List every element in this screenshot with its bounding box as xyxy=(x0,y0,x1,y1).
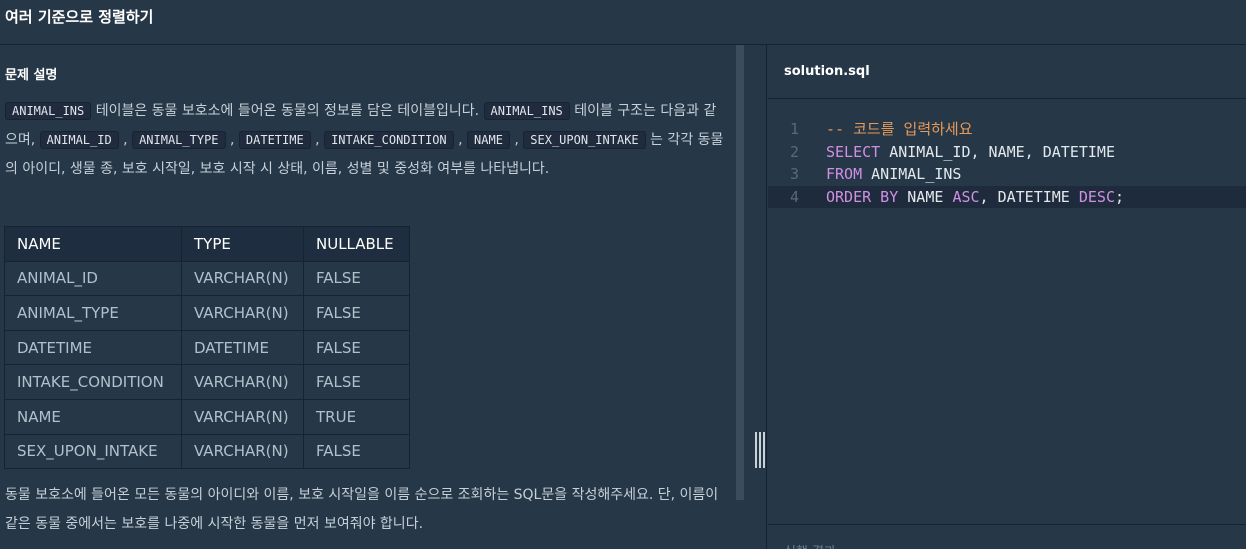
code-animal-type: ANIMAL_TYPE xyxy=(132,131,226,149)
table-cell: FALSE xyxy=(303,433,410,470)
table-cell: DATETIME xyxy=(4,329,182,366)
table-cell: DATETIME xyxy=(181,329,304,366)
code-line[interactable]: 3 FROM ANIMAL_INS xyxy=(768,163,1246,185)
sql-keyword: ASC xyxy=(952,187,980,206)
separator: , xyxy=(225,132,239,148)
code-editor[interactable]: 1 -- 코드를 입력하세요 2 SELECT ANIMAL_ID, NAME, DA… xyxy=(768,100,1246,524)
separator: , xyxy=(453,132,468,148)
sql-keyword: DESC xyxy=(1078,187,1115,206)
table-cell: ANIMAL_TYPE xyxy=(4,295,182,331)
sql-keyword: SELECT xyxy=(826,142,881,161)
code-text[interactable]: -- 코드를 입력하세요 xyxy=(826,118,973,140)
code-datetime: DATETIME xyxy=(238,131,311,149)
sql-comment: -- 코드를 입력하세요 xyxy=(826,120,973,138)
code-text[interactable]: ORDER BY NAME ASC, DATETIME DESC; xyxy=(826,186,1124,208)
description-scrollbar[interactable] xyxy=(736,45,744,500)
table-row: ANIMAL_TYPE VARCHAR(N) FALSE xyxy=(4,295,410,331)
result-panel-header: 실행 결과 xyxy=(768,524,1246,549)
sql-token: ; xyxy=(1115,187,1125,206)
table-cell: FALSE xyxy=(303,329,410,366)
table-cell: TRUE xyxy=(303,398,410,435)
column-header-nullable: NULLABLE xyxy=(303,226,410,262)
editor-tab-bar: solution.sql xyxy=(768,45,1246,99)
table-cell: SEX_UPON_INTAKE xyxy=(4,433,182,470)
table-cell: VARCHAR(N) xyxy=(181,433,304,470)
line-number: 2 xyxy=(790,142,800,161)
table-row: NAME VARCHAR(N) TRUE xyxy=(4,398,410,435)
code-name: NAME xyxy=(467,131,510,149)
code-line[interactable]: 1 -- 코드를 입력하세요 xyxy=(768,118,1246,140)
separator: , xyxy=(509,132,524,148)
result-label: 실행 결과 xyxy=(784,541,836,549)
table-cell: VARCHAR(N) xyxy=(181,260,304,297)
table-cell: FALSE xyxy=(303,260,410,297)
table-cell: VARCHAR(N) xyxy=(181,398,304,435)
code-sex-upon-intake: SEX_UPON_INTAKE xyxy=(523,131,646,149)
sql-keyword: ORDER BY xyxy=(826,187,899,206)
table-cell: FALSE xyxy=(303,364,410,400)
table-cell: INTAKE_CONDITION xyxy=(4,364,182,400)
table-cell: VARCHAR(N) xyxy=(181,295,304,331)
problem-title: 여러 기준으로 정렬하기 xyxy=(5,8,154,26)
line-number: 1 xyxy=(790,120,800,138)
resize-handle[interactable] xyxy=(755,432,765,468)
code-line[interactable]: 4 ORDER BY NAME ASC, DATETIME DESC; xyxy=(768,185,1246,208)
separator: , xyxy=(310,132,325,148)
table-cell: NAME xyxy=(4,398,182,435)
panel-divider xyxy=(745,45,767,549)
line-number: 4 xyxy=(790,187,800,206)
section-title: 문제 설명 xyxy=(5,68,58,83)
table-cell: ANIMAL_ID xyxy=(4,260,182,297)
table-cell: FALSE xyxy=(303,295,410,331)
top-bar: 여러 기준으로 정렬하기 xyxy=(0,0,1246,45)
code-animal-id: ANIMAL_ID xyxy=(39,131,119,149)
description-paragraph: ANIMAL_INS 테이블은 동물 보호소에 들어온 동물의 정보를 담은 테… xyxy=(5,97,725,184)
code-intake-condition: INTAKE_CONDITION xyxy=(324,131,454,149)
column-header-type: TYPE xyxy=(181,226,304,262)
separator: , xyxy=(118,132,133,148)
sql-token: ANIMAL_INS xyxy=(862,165,962,184)
editor-filename[interactable]: solution.sql xyxy=(784,64,870,79)
code-text[interactable]: SELECT ANIMAL_ID, NAME, DATETIME xyxy=(826,141,1115,163)
column-header-name: NAME xyxy=(4,226,182,262)
code-text[interactable]: FROM ANIMAL_INS xyxy=(826,163,961,185)
table-row: SEX_UPON_INTAKE VARCHAR(N) FALSE xyxy=(4,433,410,470)
table-row: ANIMAL_ID VARCHAR(N) FALSE xyxy=(4,260,410,297)
table-header-row: NAME TYPE NULLABLE xyxy=(4,226,410,262)
sql-keyword: FROM xyxy=(826,165,863,184)
code-animal-ins: ANIMAL_INS xyxy=(5,102,92,120)
table-row: DATETIME DATETIME FALSE xyxy=(4,329,410,366)
code-line[interactable]: 2 SELECT ANIMAL_ID, NAME, DATETIME xyxy=(768,141,1246,163)
schema-table: NAME TYPE NULLABLE ANIMAL_ID VARCHAR(N) … xyxy=(4,226,410,470)
sql-token: ANIMAL_ID, NAME, DATETIME xyxy=(880,142,1115,161)
code-animal-ins-2: ANIMAL_INS xyxy=(483,102,570,120)
table-row: INTAKE_CONDITION VARCHAR(N) FALSE xyxy=(4,364,410,400)
task-paragraph: 동물 보호소에 들어온 모든 동물의 아이디와 이름, 보호 시작일을 이름 순… xyxy=(5,487,719,532)
line-number: 3 xyxy=(790,165,800,184)
sql-token: , DATETIME xyxy=(979,187,1079,206)
desc-text-a: 테이블은 동물 보호소에 들어온 동물의 정보를 담은 테이블입니다. xyxy=(91,103,484,119)
sql-token: NAME xyxy=(898,187,953,206)
table-cell: VARCHAR(N) xyxy=(181,364,304,400)
